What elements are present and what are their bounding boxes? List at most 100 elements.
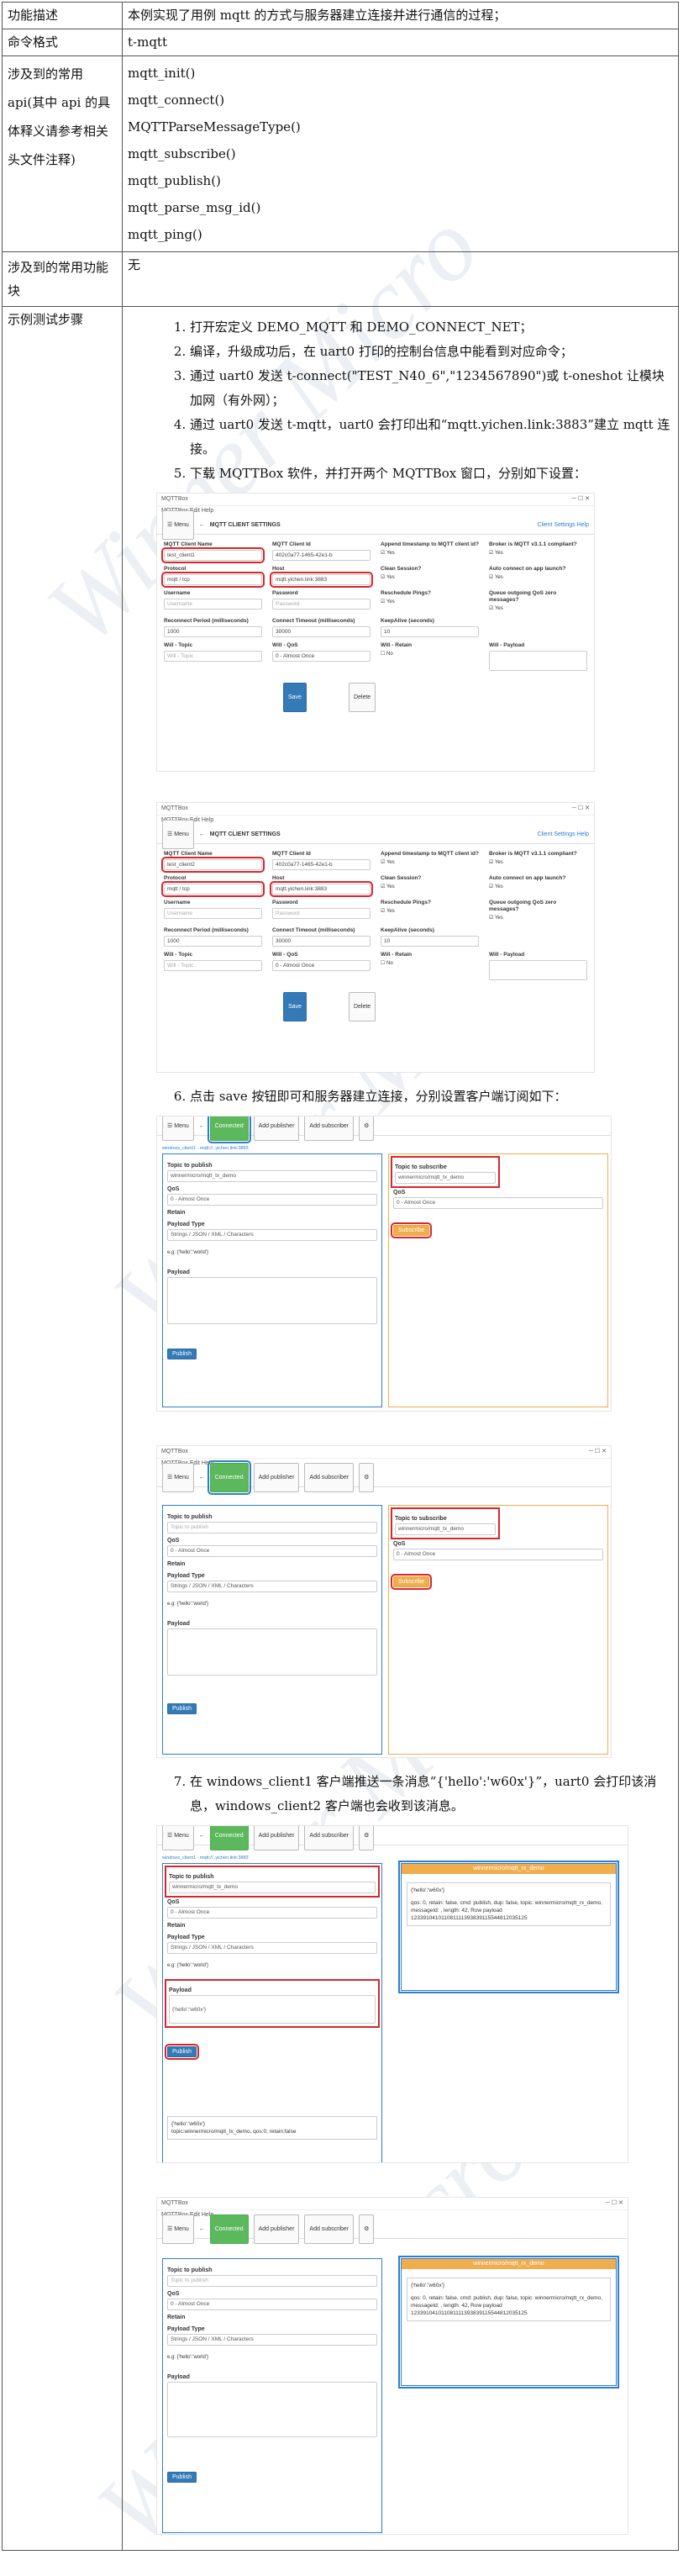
will-payload-input[interactable] <box>489 960 587 980</box>
publish-topic-input[interactable]: Topic to publish <box>167 1522 377 1533</box>
reconnect-input[interactable]: 1000 <box>164 936 262 947</box>
queue-checkbox[interactable]: ☑ Yes <box>489 915 587 922</box>
back-arrow-icon[interactable]: ← <box>199 1826 205 1848</box>
back-arrow-icon[interactable]: ← <box>199 822 205 847</box>
menu-button[interactable]: ☰ Menu <box>162 509 194 540</box>
subscribe-qos-select[interactable]: 0 - Almost Once <box>393 1549 603 1560</box>
queue-checkbox[interactable]: ☑ Yes <box>489 605 587 613</box>
append-ts-checkbox[interactable]: ☑ Yes <box>381 550 479 557</box>
add-publisher-button[interactable]: Add publisher <box>253 1826 300 1850</box>
host-input[interactable]: mqtt.yichen.link:3883 <box>270 881 373 897</box>
publish-button[interactable]: Publish <box>167 1349 197 1359</box>
back-arrow-icon[interactable]: ← <box>199 2217 205 2241</box>
payload-type-select[interactable]: Strings / JSON / XML / Characters <box>167 1942 377 1954</box>
keepalive-input[interactable]: 10 <box>381 626 479 637</box>
back-arrow-icon[interactable]: ← <box>199 513 205 537</box>
will-retain-checkbox[interactable]: ☐ No <box>381 651 479 658</box>
publish-button[interactable]: Publish <box>167 2472 197 2483</box>
password-input[interactable]: Password <box>272 599 371 610</box>
password-input[interactable]: Password <box>272 908 371 919</box>
connected-button[interactable]: Connected <box>209 2214 249 2244</box>
broker-checkbox[interactable]: ☑ Yes <box>489 859 587 867</box>
publish-topic-input[interactable]: winnermicro/mqtt_tx_demo <box>169 1882 376 1893</box>
menu-button[interactable]: ☰ Menu <box>162 1462 194 1492</box>
auto-connect-checkbox[interactable]: ☑ Yes <box>489 884 587 891</box>
save-button[interactable]: Save <box>283 683 307 712</box>
client-id-input[interactable]: 402c0a77-1465-42e1-b <box>272 859 371 870</box>
settings-help-link[interactable]: Client Settings Help <box>538 513 589 537</box>
payload-textarea[interactable] <box>167 2382 377 2437</box>
add-publisher-button[interactable]: Add publisher <box>253 1116 300 1141</box>
add-subscriber-button[interactable]: Add subscriber <box>304 1116 355 1141</box>
back-arrow-icon[interactable]: ← <box>199 1116 205 1138</box>
will-retain-checkbox[interactable]: ☐ No <box>381 960 479 968</box>
keepalive-input[interactable]: 10 <box>381 936 479 947</box>
subscribe-topic-input[interactable]: winnermicro/mqtt_tx_demo <box>395 1523 496 1535</box>
reconnect-input[interactable]: 1000 <box>164 626 262 637</box>
add-subscriber-button[interactable]: Add subscriber <box>304 1462 355 1492</box>
subscribe-qos-select[interactable]: 0 - Almost Once <box>393 1197 603 1209</box>
add-subscriber-button[interactable]: Add subscriber <box>304 1826 355 1850</box>
delete-button[interactable]: Delete <box>348 683 376 712</box>
protocol-select[interactable]: mqtt / tcp <box>161 881 265 897</box>
qos-select[interactable]: 0 - Almost Once <box>167 2299 377 2310</box>
menu-button[interactable]: ☰ Menu <box>162 2214 194 2244</box>
payload-textarea[interactable] <box>167 1277 377 1324</box>
client-name-input[interactable]: test_client2 <box>161 857 265 873</box>
reschedule-checkbox[interactable]: ☑ Yes <box>381 908 479 916</box>
payload-type-select[interactable]: Strings / JSON / XML / Characters <box>167 2334 377 2346</box>
add-publisher-button[interactable]: Add publisher <box>253 1462 300 1492</box>
window-controls-icon[interactable]: ─ ☐ ✕ <box>589 1446 607 1458</box>
username-input[interactable]: Username <box>164 599 262 610</box>
clean-session-checkbox[interactable]: ☑ Yes <box>381 574 479 582</box>
window-controls-icon[interactable]: ─ ☐ ✕ <box>606 2198 623 2209</box>
subscribe-button[interactable]: Subscribe <box>390 1574 433 1590</box>
publish-button[interactable]: Publish <box>165 2044 199 2060</box>
will-qos-select[interactable]: 0 - Almost Once <box>272 651 371 662</box>
connection-toolbar: ☰ Menu ← Connected Add publisher Add sub… <box>157 1826 628 1850</box>
qos-select[interactable]: 0 - Almost Once <box>167 1194 377 1206</box>
add-subscriber-button[interactable]: Add subscriber <box>304 2214 355 2244</box>
payload-type-select[interactable]: Strings / JSON / XML / Characters <box>167 1581 377 1592</box>
gear-icon[interactable]: ⚙ <box>359 1116 375 1141</box>
reschedule-checkbox[interactable]: ☑ Yes <box>381 599 479 606</box>
publish-topic-input[interactable]: Topic to publish <box>167 2275 377 2287</box>
auto-connect-checkbox[interactable]: ☑ Yes <box>489 574 587 582</box>
publish-button[interactable]: Publish <box>167 1703 197 1714</box>
row-label: 命令格式 <box>2 29 123 56</box>
window-controls-icon[interactable]: ─ ☐ ✕ <box>572 494 590 505</box>
client-id-input[interactable]: 402c0a77-1465-42e1-b <box>272 550 371 561</box>
payload-type-select[interactable]: Strings / JSON / XML / Characters <box>167 1229 377 1241</box>
qos-select[interactable]: 0 - Almost Once <box>167 1545 377 1557</box>
host-input[interactable]: mqtt.yichen.link:3883 <box>270 572 373 588</box>
timeout-input[interactable]: 30000 <box>272 936 371 947</box>
clean-session-checkbox[interactable]: ☑ Yes <box>381 884 479 891</box>
delete-button[interactable]: Delete <box>348 992 376 1021</box>
will-topic-input[interactable]: Will - Topic <box>164 651 262 662</box>
will-qos-select[interactable]: 0 - Almost Once <box>272 960 371 971</box>
gear-icon[interactable]: ⚙ <box>359 1826 375 1850</box>
add-publisher-button[interactable]: Add publisher <box>253 2214 300 2244</box>
save-button[interactable]: Save <box>283 992 307 1021</box>
back-arrow-icon[interactable]: ← <box>199 1465 205 1490</box>
publish-topic-input[interactable]: winnermicro/mqtt_tx_demo <box>167 1170 377 1182</box>
will-topic-input[interactable]: Will - Topic <box>164 960 262 971</box>
subscribe-button[interactable]: Subscribe <box>390 1222 433 1238</box>
payload-textarea[interactable]: {'hello':'w60x'} <box>169 1995 376 2024</box>
qos-select[interactable]: 0 - Almost Once <box>167 1907 377 1919</box>
broker-checkbox[interactable]: ☑ Yes <box>489 550 587 557</box>
connected-button[interactable]: Connected <box>207 1460 251 1495</box>
menu-button[interactable]: ☰ Menu <box>162 819 194 849</box>
append-ts-checkbox[interactable]: ☑ Yes <box>381 859 479 867</box>
will-payload-input[interactable] <box>489 651 587 671</box>
payload-textarea[interactable] <box>167 1628 377 1676</box>
username-input[interactable]: Username <box>164 908 262 919</box>
gear-icon[interactable]: ⚙ <box>359 2214 375 2244</box>
window-controls-icon[interactable]: ─ ☐ ✕ <box>572 803 590 815</box>
subscribe-topic-input[interactable]: winnermicro/mqtt_tx_demo <box>395 1172 496 1184</box>
protocol-select[interactable]: mqtt / tcp <box>161 572 265 588</box>
settings-help-link[interactable]: Client Settings Help <box>538 822 589 847</box>
gear-icon[interactable]: ⚙ <box>359 1462 375 1492</box>
timeout-input[interactable]: 30000 <box>272 626 371 637</box>
client-name-input[interactable]: test_client1 <box>161 547 265 563</box>
